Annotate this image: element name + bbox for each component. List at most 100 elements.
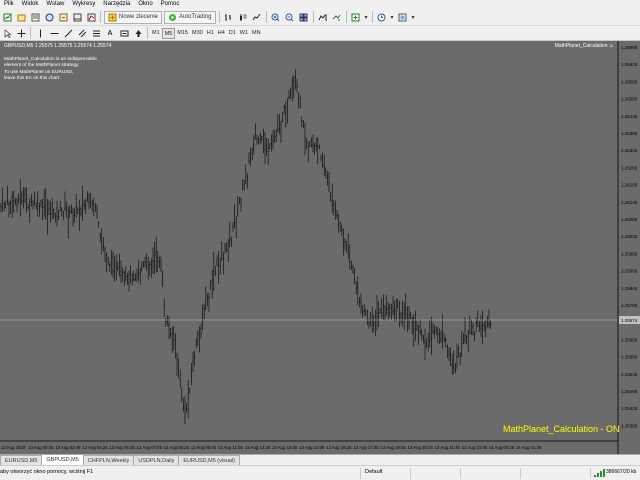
price-tick-label: 1.25545: [621, 372, 638, 377]
zoom-out-button[interactable]: [284, 11, 296, 24]
chevron-down-icon[interactable]: ▾: [390, 11, 395, 24]
data-window-button[interactable]: [43, 11, 55, 24]
toolbar-separator: [147, 27, 148, 39]
bar-chart-button[interactable]: [223, 11, 235, 24]
terminal-button[interactable]: [71, 11, 83, 24]
tab-eurusd-m5[interactable]: EURUSD,M5: [0, 455, 43, 465]
status-divider: [410, 468, 411, 479]
time-axis: 12 Aug 2019 13 Aug 00:45 13 Aug 02:45 13 Au…: [1, 445, 542, 450]
chevron-down-icon[interactable]: ▾: [364, 11, 369, 24]
time-tick-label: 13 Aug 15:05: [299, 445, 325, 450]
status-profile: Default: [365, 469, 383, 475]
navigator-button[interactable]: [57, 11, 69, 24]
chevron-down-icon[interactable]: ▾: [411, 11, 416, 24]
trendline-icon: [64, 29, 72, 37]
text-button[interactable]: A: [104, 27, 116, 40]
timeframe-h4[interactable]: H4: [216, 28, 227, 39]
menu-help[interactable]: Pomoc: [157, 0, 184, 9]
tab-eurusd-m5-visual[interactable]: EURUSD,M5 (visual): [178, 455, 241, 465]
auto-scroll-icon: [332, 14, 341, 20]
new-order-label: Nowe zlecenie: [119, 14, 159, 20]
clock-icon: [377, 13, 386, 21]
cursor-button[interactable]: [1, 27, 13, 40]
price-tick-label: 1.25365: [621, 423, 638, 428]
menu-file[interactable]: Plik: [0, 0, 18, 9]
menu-window[interactable]: Okno: [134, 0, 156, 9]
templates-button[interactable]: [397, 11, 409, 24]
zoom-in-button[interactable]: [270, 11, 282, 24]
time-tick-label: 13 Aug 00:45: [28, 445, 54, 450]
chart-shift-button[interactable]: [317, 11, 329, 24]
chart-canvas: 1.26685 1.26625 1.26565 1.26505 1.26445 1.263…: [0, 41, 640, 454]
time-tick-label: 13 Aug 05:45: [109, 445, 135, 450]
menu-view[interactable]: Widok: [18, 0, 43, 9]
timeframe-mn[interactable]: MN: [250, 28, 263, 39]
menu-insert[interactable]: Wstaw: [42, 0, 68, 9]
auto-scroll-button[interactable]: [331, 11, 343, 24]
bar-chart-icon: [225, 13, 231, 21]
menu-charts[interactable]: Wykresy: [68, 0, 99, 9]
arrow-icon: [135, 29, 141, 37]
indicators-button[interactable]: [350, 11, 362, 24]
menu-bar: Plik Widok Wstaw Wykresy Narzędzia Okno …: [0, 0, 640, 9]
time-tick-label: 13 Aug 21:45: [435, 445, 461, 450]
timeframe-m1[interactable]: M1: [150, 28, 162, 39]
time-tick-label: 13 Aug 07:05: [137, 445, 163, 450]
line-chart-button[interactable]: [251, 11, 263, 24]
price-tick-label: 1.26145: [621, 200, 638, 205]
data-window-icon: [45, 13, 53, 21]
timeframe-w1[interactable]: W1: [238, 28, 250, 39]
profiles-button[interactable]: [15, 11, 27, 24]
market-watch-button[interactable]: [29, 11, 41, 24]
channel-button[interactable]: [76, 27, 88, 40]
tab-usdpln-daily[interactable]: USDPLN,Daily: [133, 455, 180, 465]
profiles-icon: [17, 14, 25, 21]
line-chart-icon: [252, 13, 261, 20]
toolbar-separator: [345, 11, 347, 23]
new-chart-button[interactable]: [1, 11, 13, 24]
price-tick-label: 1.26445: [621, 114, 638, 119]
market-watch-icon: [31, 13, 39, 21]
timeframe-h1[interactable]: H1: [205, 28, 216, 39]
fibonacci-button[interactable]: [90, 27, 102, 40]
timeframe-d1[interactable]: D1: [227, 28, 238, 39]
timeframe-m30[interactable]: M30: [190, 28, 205, 39]
text-label-button[interactable]: [118, 27, 130, 40]
price-tick-label: 1.25665: [621, 337, 638, 342]
trendline-button[interactable]: [62, 27, 74, 40]
timeframe-m15[interactable]: M15: [175, 28, 190, 39]
strategy-tester-icon: [87, 13, 95, 21]
price-tick-label: 1.25485: [621, 389, 638, 394]
price-tick-label: 1.25605: [621, 355, 638, 360]
price-tick-label: 1.25785: [621, 303, 638, 308]
status-divider: [460, 468, 461, 479]
price-tick-label: 1.25965: [621, 251, 638, 256]
time-tick-label: 13 Aug 17:45: [353, 445, 379, 450]
calculation-status-label: MathPlanet_Calculation - ON: [503, 424, 620, 434]
vertical-line-button[interactable]: [34, 27, 46, 40]
price-chart[interactable]: 1.26685 1.26625 1.26565 1.26505 1.26445 1.263…: [0, 41, 640, 454]
price-tick-label: 1.26685: [621, 45, 638, 50]
price-tick-label: 1.25845: [621, 286, 638, 291]
tile-windows-button[interactable]: [298, 11, 310, 24]
autotrading-button[interactable]: AutoTrading: [164, 10, 216, 24]
candlestick-icon: [240, 13, 247, 21]
menu-tools[interactable]: Narzędzia: [99, 0, 134, 9]
tile-windows-icon: [299, 13, 308, 21]
horizontal-line-button[interactable]: [48, 27, 60, 40]
arrows-button[interactable]: [132, 27, 144, 40]
time-tick-label: 13 Aug 08:25: [164, 445, 190, 450]
strategy-tester-button[interactable]: [85, 11, 97, 24]
status-divider: [520, 468, 521, 479]
crosshair-icon: [17, 29, 25, 37]
periods-button[interactable]: [376, 11, 388, 24]
time-tick-label: 13 Aug 12:25: [245, 445, 271, 450]
timeframe-m5[interactable]: M5: [161, 27, 176, 39]
time-tick-label: 13 Aug 11:05: [218, 445, 244, 450]
tab-gbpusd-m5[interactable]: GBPUSD,M5: [41, 454, 84, 465]
candlestick-button[interactable]: [237, 11, 249, 24]
tab-chfpln-weekly[interactable]: CHFPLN,Weekly: [82, 455, 135, 465]
new-order-button[interactable]: Nowe zlecenie: [104, 10, 163, 24]
chart-shift-icon: [318, 13, 327, 21]
crosshair-button[interactable]: [15, 27, 27, 40]
